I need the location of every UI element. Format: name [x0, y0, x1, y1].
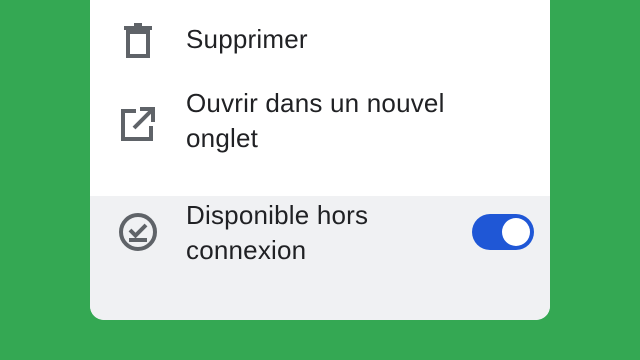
menu-item-delete[interactable]: Supprimer [90, 0, 550, 80]
open-in-new-icon [116, 102, 160, 146]
trash-icon [116, 18, 160, 62]
menu-item-open-new-tab[interactable]: Ouvrir dans un nouvel onglet [90, 80, 550, 196]
offline-check-icon [116, 210, 160, 254]
toggle-thumb[interactable] [502, 218, 530, 246]
offline-toggle[interactable] [472, 214, 534, 250]
menu-item-label: Ouvrir dans un nouvel onglet [186, 88, 445, 153]
menu-item-label: Supprimer [186, 24, 308, 54]
menu-item-offline[interactable]: Disponible hors connexion [90, 196, 550, 320]
context-menu: Supprimer Ouvrir dans un nouvel onglet D… [90, 0, 550, 320]
menu-item-label: Disponible hors connexion [186, 200, 369, 265]
